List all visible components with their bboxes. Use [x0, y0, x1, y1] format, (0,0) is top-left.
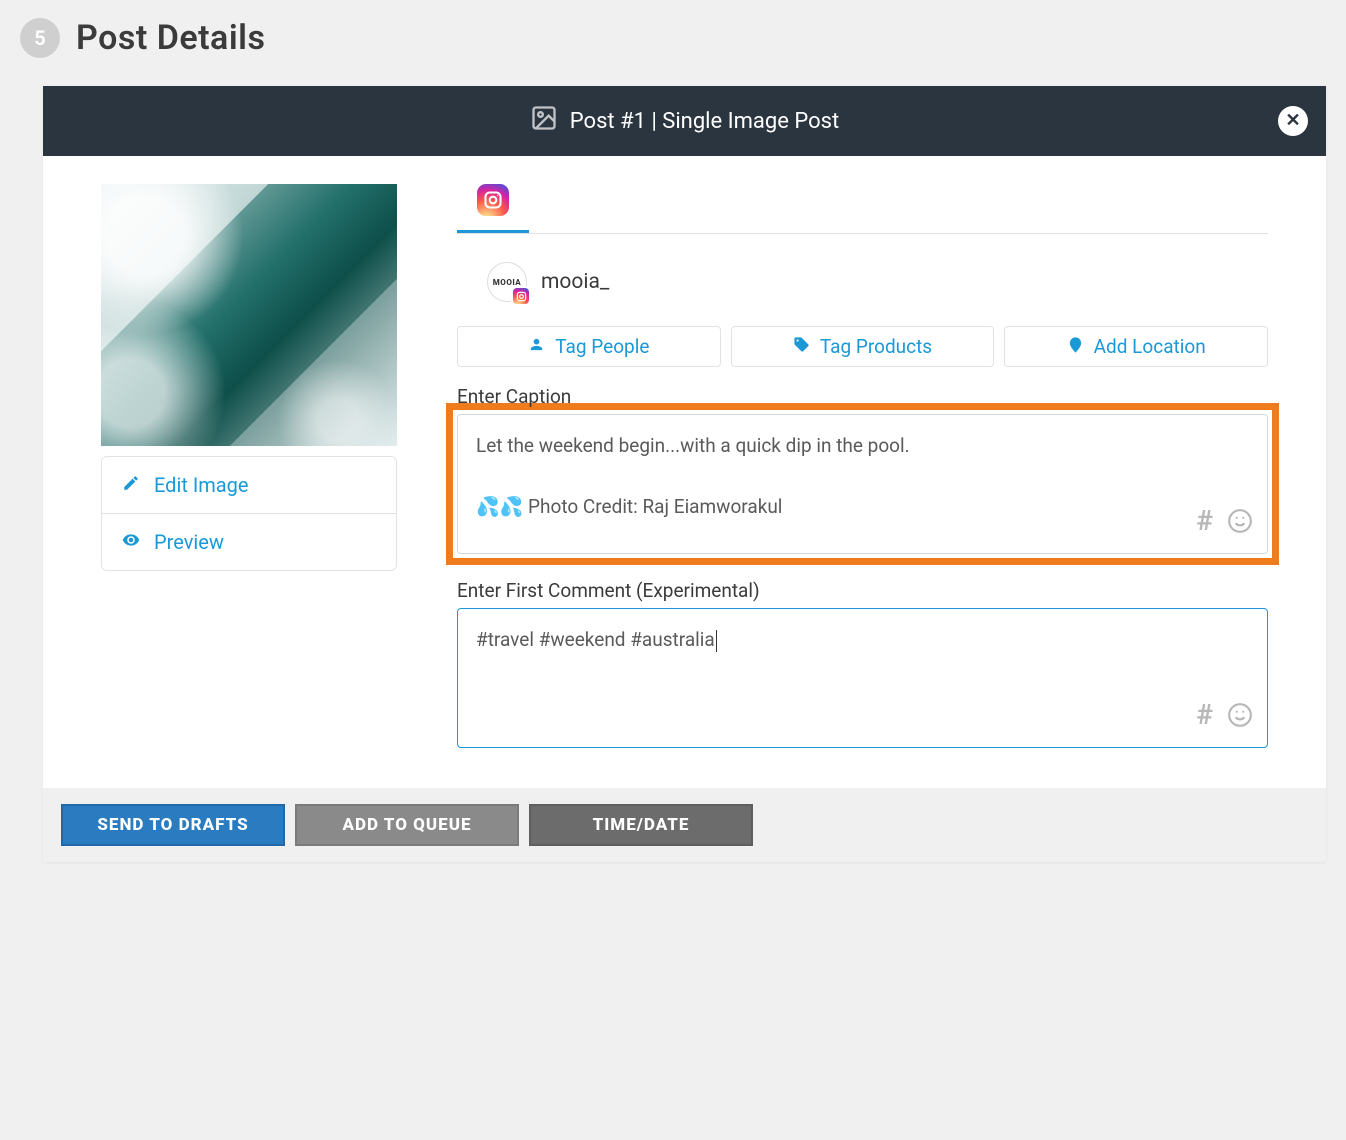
- instagram-badge-icon: [511, 286, 531, 306]
- add-to-queue-button[interactable]: ADD TO QUEUE: [295, 804, 519, 846]
- pencil-icon: [122, 473, 140, 497]
- tag-products-button[interactable]: Tag Products: [731, 326, 995, 367]
- caption-input[interactable]: Let the weekend begin...with a quick dip…: [457, 414, 1268, 554]
- account-name: mooia_: [541, 270, 609, 294]
- section-header: 5 Post Details: [20, 18, 1326, 58]
- tag-icon: [793, 335, 810, 358]
- caption-line-1: Let the weekend begin...with a quick dip…: [476, 431, 1249, 461]
- tag-products-label: Tag Products: [820, 335, 932, 358]
- hashtag-icon[interactable]: #: [1196, 702, 1213, 737]
- add-location-button[interactable]: Add Location: [1004, 326, 1268, 367]
- first-comment-input[interactable]: #travel #weekend #australia #: [457, 608, 1268, 748]
- tab-instagram[interactable]: [457, 184, 529, 233]
- preview-label: Preview: [154, 530, 224, 554]
- add-location-label: Add Location: [1094, 335, 1206, 358]
- first-comment-value: #travel #weekend #australia: [476, 628, 715, 651]
- step-badge: 5: [20, 18, 60, 58]
- emoji-icon[interactable]: [1227, 702, 1253, 737]
- network-tabs: [457, 184, 1268, 234]
- edit-image-button[interactable]: Edit Image: [102, 457, 396, 513]
- image-icon: [530, 104, 558, 138]
- page-title: Post Details: [76, 18, 265, 58]
- card-header: Post #1 | Single Image Post ✕: [43, 86, 1326, 156]
- edit-image-label: Edit Image: [154, 473, 249, 497]
- send-to-drafts-button[interactable]: SEND TO DRAFTS: [61, 804, 285, 846]
- tag-people-label: Tag People: [555, 335, 649, 358]
- post-image-preview: [101, 184, 397, 446]
- account-row: MOOIA mooia_: [457, 258, 1268, 326]
- emoji-icon[interactable]: [1227, 508, 1253, 543]
- instagram-icon: [477, 184, 509, 216]
- caption-highlight: Let the weekend begin...with a quick dip…: [446, 403, 1279, 565]
- preview-button[interactable]: Preview: [102, 513, 396, 570]
- card-footer: SEND TO DRAFTS ADD TO QUEUE TIME/DATE: [43, 788, 1326, 862]
- tag-people-button[interactable]: Tag People: [457, 326, 721, 367]
- time-date-button[interactable]: TIME/DATE: [529, 804, 753, 846]
- close-button[interactable]: ✕: [1278, 106, 1308, 136]
- location-pin-icon: [1067, 335, 1084, 358]
- post-card: Post #1 | Single Image Post ✕ Edit Image: [43, 86, 1326, 862]
- avatar: MOOIA: [487, 262, 527, 302]
- card-title: Post #1 | Single Image Post: [570, 109, 839, 134]
- person-icon: [528, 335, 545, 358]
- eye-icon: [122, 530, 140, 554]
- caption-line-2: 💦💦 Photo Credit: Raj Eiamworakul: [476, 492, 1249, 522]
- first-comment-label: Enter First Comment (Experimental): [457, 579, 1268, 602]
- hashtag-icon[interactable]: #: [1196, 508, 1213, 543]
- text-caret: [716, 630, 717, 652]
